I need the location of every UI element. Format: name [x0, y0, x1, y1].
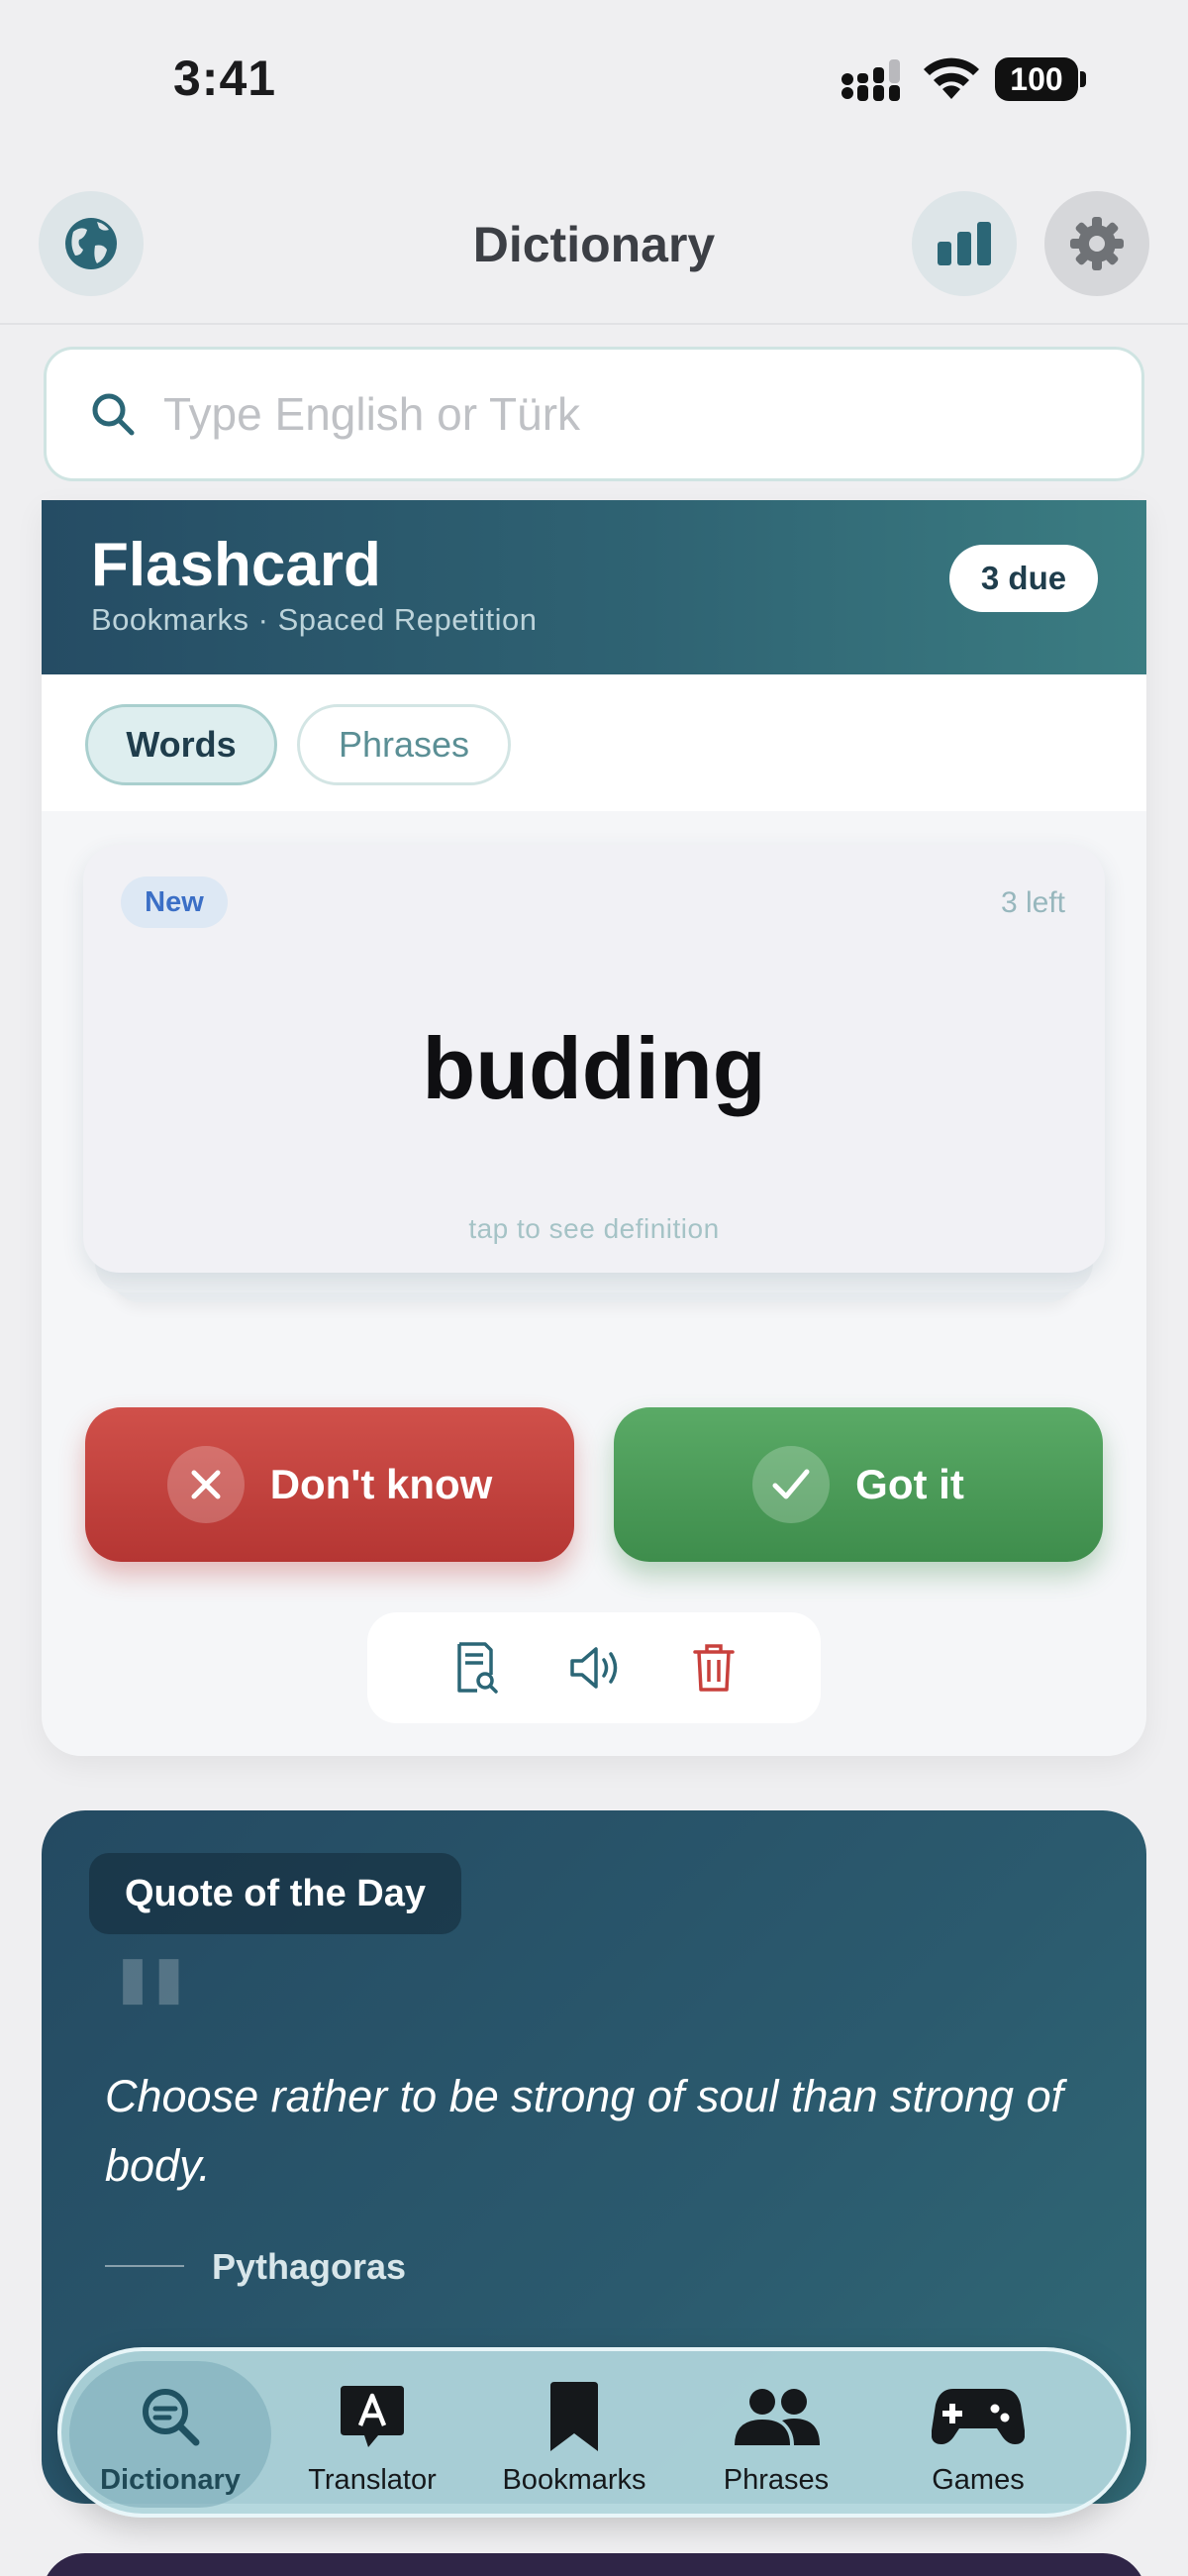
tab-icon-wrap: [473, 2379, 675, 2454]
tab-phrases[interactable]: Phrases: [675, 2361, 877, 2508]
search-icon: [92, 393, 135, 436]
definition-search-icon: [457, 1642, 498, 1694]
search-icon: [143, 2389, 200, 2446]
tab-games[interactable]: Games: [877, 2361, 1079, 2508]
got-it-button[interactable]: Got it: [614, 1407, 1103, 1562]
definition-button[interactable]: [448, 1640, 504, 1696]
tab-icon-wrap: [675, 2379, 877, 2454]
flashcard-card[interactable]: New 3 left budding tap to see definition: [83, 845, 1105, 1273]
bookmark-icon: [550, 2382, 598, 2451]
tab-bookmarks[interactable]: Bookmarks: [473, 2361, 675, 2508]
due-badge: 3 due: [949, 545, 1098, 612]
wifi-icon: [924, 57, 979, 99]
battery-icon: 100: [995, 57, 1086, 101]
dont-know-label: Don't know: [269, 1461, 493, 1507]
flashcard-subtitle: Bookmarks · Spaced Repetition: [91, 602, 538, 637]
check-circle: [752, 1446, 831, 1523]
tab-dictionary[interactable]: Dictionary: [69, 2361, 271, 2508]
x-circle: [166, 1446, 245, 1523]
dont-know-button[interactable]: Don't know: [85, 1407, 574, 1562]
search-input[interactable]: [163, 387, 1054, 441]
status-time: 3:41: [173, 51, 277, 106]
tab-label: Phrases: [723, 2464, 830, 2496]
got-it-label: Got it: [855, 1461, 964, 1507]
speaker-icon: [570, 1647, 618, 1689]
top-nav: Dictionary: [0, 178, 1188, 325]
tab-icon-wrap: [877, 2379, 1079, 2454]
flashcard-word: budding: [422, 1019, 766, 1117]
bar-chart-icon: [938, 222, 991, 265]
quote-text: Choose rather to be strong of soul than …: [105, 2071, 1064, 2191]
tab-label: Games: [932, 2464, 1025, 2496]
tab-icon-wrap: [69, 2379, 271, 2454]
trash-icon: [693, 1644, 735, 1692]
tab-words[interactable]: Words: [85, 704, 277, 785]
tab-label: Bookmarks: [502, 2464, 646, 2496]
search-bar[interactable]: [44, 347, 1144, 481]
gamepad-icon: [932, 2389, 1025, 2444]
new-badge: New: [121, 876, 228, 928]
flashcard-hint: tap to see definition: [468, 1213, 720, 1244]
quote-tag: Quote of the Day: [89, 1853, 461, 1934]
card-toolbar: [367, 1612, 821, 1723]
people-icon: [735, 2389, 820, 2445]
tab-icon-wrap: [271, 2379, 473, 2454]
remaining-count: 3 left: [1000, 886, 1065, 919]
cellular-signal-icon: [842, 59, 900, 101]
pronounce-button[interactable]: [567, 1640, 623, 1696]
checkmark-icon: [772, 1469, 810, 1499]
tab-label: Translator: [308, 2464, 437, 2496]
close-icon: [191, 1470, 221, 1499]
tab-label: Dictionary: [100, 2464, 241, 2496]
status-bar: 3:41 100: [0, 0, 1188, 158]
battery-tip: [1080, 71, 1086, 87]
tab-translator[interactable]: Translator: [271, 2361, 473, 2508]
flashcard-title: Flashcard: [91, 531, 381, 599]
flashcard-header: Flashcard Bookmarks · Spaced Repetition …: [42, 500, 1146, 674]
delete-button[interactable]: [686, 1640, 742, 1696]
translator-icon: [341, 2386, 404, 2447]
flashcard-tabs: Words Phrases: [42, 674, 1146, 811]
quote-divider: [105, 2265, 184, 2267]
stats-button[interactable]: [912, 191, 1017, 296]
gear-icon: [1070, 217, 1124, 270]
settings-button[interactable]: [1044, 191, 1149, 296]
tab-phrases[interactable]: Phrases: [297, 704, 511, 785]
flashcard-panel: Flashcard Bookmarks · Spaced Repetition …: [42, 500, 1146, 1756]
next-card-peek: [42, 2553, 1146, 2576]
battery-level: 100: [995, 57, 1078, 101]
bottom-tab-bar: Dictionary Translator Bookmarks Phrases …: [57, 2347, 1131, 2518]
quote-author: Pythagoras: [212, 2246, 407, 2287]
